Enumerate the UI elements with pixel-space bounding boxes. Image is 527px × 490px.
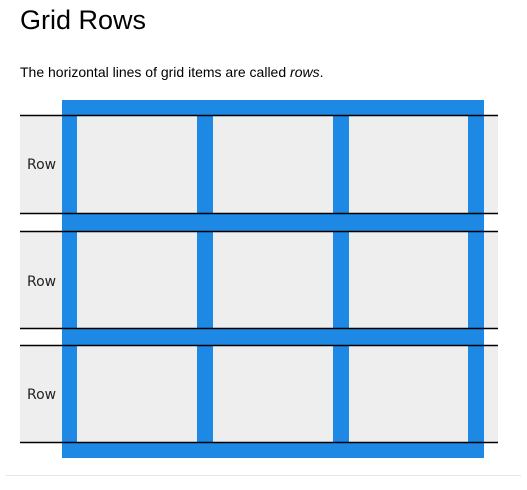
bottom-divider xyxy=(6,475,521,476)
page: Grid Rows The horizontal lines of grid i… xyxy=(0,0,527,490)
grid-cell xyxy=(77,345,197,442)
grid-cell xyxy=(77,231,197,329)
grid-cell xyxy=(349,231,468,329)
grid-cell xyxy=(77,115,197,213)
row-label-2: Row xyxy=(27,274,56,290)
grid-rows-diagram: Row Row Row xyxy=(20,100,498,458)
grid-cell xyxy=(213,115,333,213)
grid-cells xyxy=(77,115,468,442)
grid-cell xyxy=(213,231,333,329)
grid-cell xyxy=(349,345,468,442)
row-label-1: Row xyxy=(27,157,56,173)
row-label-3: Row xyxy=(27,387,56,403)
grid-cell xyxy=(213,345,333,442)
grid-cell xyxy=(349,115,468,213)
